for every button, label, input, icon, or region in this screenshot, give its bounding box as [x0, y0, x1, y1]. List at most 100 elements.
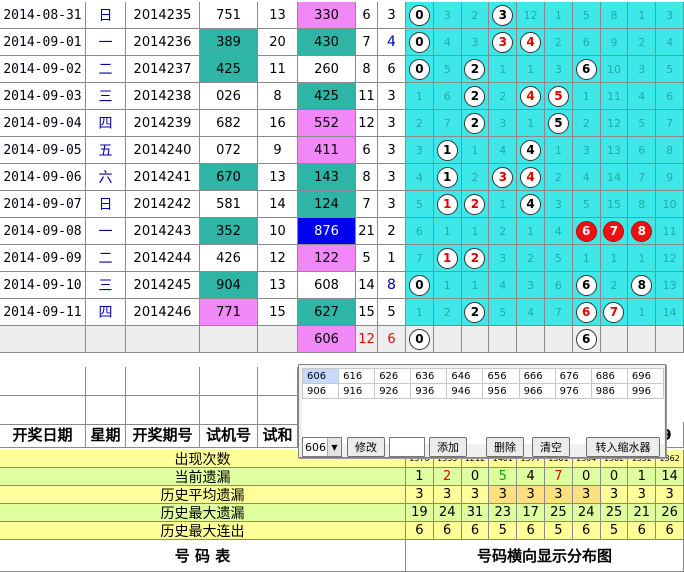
delete-button[interactable]: 删除: [486, 437, 524, 457]
ball-cell: 0: [406, 2, 434, 29]
candidate-number[interactable]: 676: [554, 368, 592, 384]
stat-value: 26: [656, 504, 684, 522]
stat-value: 3: [433, 486, 462, 504]
candidate-number[interactable]: 696: [626, 368, 665, 384]
ball-cell: 5: [545, 245, 573, 272]
row-odd: 3: [378, 164, 406, 191]
candidate-number[interactable]: 936: [410, 383, 448, 399]
ball-marker: 1: [436, 166, 458, 188]
ball-cell: 4: [572, 164, 601, 191]
ball-cell: 4: [517, 83, 545, 110]
ball-cell: 3: [489, 29, 518, 56]
candidate-number[interactable]: 616: [338, 368, 376, 384]
header-weekday: 星期: [86, 422, 126, 448]
ball-cell: 4: [489, 137, 518, 164]
ball-cell: 13: [656, 272, 684, 299]
row-sum: 15: [258, 299, 298, 326]
candidate-number[interactable]: 666: [518, 368, 556, 384]
candidate-number[interactable]: 916: [338, 383, 376, 399]
modify-button[interactable]: 修改: [347, 437, 385, 457]
row-draw: 552: [298, 110, 356, 137]
stat-value: 0: [572, 468, 601, 486]
candidate-number[interactable]: 956: [482, 383, 520, 399]
row-weekday: 三: [86, 83, 126, 110]
candidate-number[interactable]: 966: [518, 383, 556, 399]
candidate-number[interactable]: 606: [301, 368, 340, 384]
ball-cell: 9: [600, 29, 629, 56]
ball-cell: 1: [628, 2, 657, 29]
ball-cell: 3: [406, 137, 434, 164]
ball-cell: 1: [489, 191, 518, 218]
ball-cell: 9: [656, 164, 684, 191]
ball-marker: 6: [575, 301, 597, 323]
chevron-down-icon[interactable]: ▼: [327, 438, 341, 456]
ball-cell: 12: [600, 110, 629, 137]
row-span: 7: [356, 29, 378, 56]
ball-cell: 0: [406, 29, 434, 56]
candidate-number[interactable]: 996: [626, 383, 665, 399]
candidate-number[interactable]: 646: [446, 368, 484, 384]
candidate-number[interactable]: 636: [410, 368, 448, 384]
candidate-number[interactable]: 946: [446, 383, 484, 399]
blank-cell: [86, 367, 126, 396]
number-select[interactable]: 606 ▼: [302, 437, 342, 457]
prediction-span: 12: [356, 326, 378, 353]
row-date: 2014-09-07: [0, 191, 86, 218]
blank-cell: [200, 367, 258, 396]
candidate-number[interactable]: 626: [374, 368, 412, 384]
stat-value: 3: [489, 486, 518, 504]
row-draw: 430: [298, 29, 356, 56]
number-input[interactable]: [389, 437, 425, 457]
row-weekday: 日: [86, 191, 126, 218]
candidate-number[interactable]: 686: [590, 368, 628, 384]
stat-value: 6: [406, 522, 434, 540]
row-span: 15: [356, 299, 378, 326]
ball-cell: 11: [600, 83, 629, 110]
row-draw: 122: [298, 245, 356, 272]
ball-cell: 14: [600, 164, 629, 191]
empty-slot: [483, 414, 519, 429]
row-weekday: 二: [86, 56, 126, 83]
candidate-number[interactable]: 986: [590, 383, 628, 399]
row-span: 8: [356, 56, 378, 83]
candidate-number[interactable]: 656: [482, 368, 520, 384]
ball-cell: 1: [572, 83, 601, 110]
ball-cell: 2: [489, 83, 518, 110]
ball-marker: 7: [603, 220, 625, 242]
candidate-number[interactable]: 906: [301, 383, 340, 399]
blank-cell: [0, 396, 86, 425]
row-sum: 14: [258, 191, 298, 218]
candidate-number[interactable]: 976: [554, 383, 592, 399]
stat-value: 25: [545, 504, 573, 522]
ball-marker: 2: [464, 247, 486, 269]
stat-value: 3: [461, 486, 490, 504]
row-issue: 2014240: [126, 137, 200, 164]
candidate-number[interactable]: 926: [374, 383, 412, 399]
row-date: 2014-09-10: [0, 272, 86, 299]
ball-marker: 0: [408, 4, 430, 26]
ball-marker: 0: [408, 328, 430, 350]
ball-cell: 5: [572, 2, 601, 29]
prediction-empty: [126, 326, 200, 353]
row-sum: 11: [258, 56, 298, 83]
stat-label: 历史平均遗漏: [0, 486, 406, 504]
ball-marker: 2: [464, 58, 486, 80]
transfer-button[interactable]: 转入缩水器: [586, 437, 660, 457]
stat-value: 1: [628, 468, 657, 486]
row-weekday: 五: [86, 137, 126, 164]
ball-cell: 1: [406, 83, 434, 110]
row-weekday: 六: [86, 164, 126, 191]
stat-value: 3: [545, 486, 573, 504]
stat-value: 3: [656, 486, 684, 504]
clear-button[interactable]: 清空: [532, 437, 570, 457]
row-odd: 3: [378, 137, 406, 164]
lottery-trend-table: 2014-08-31 日 2014235 751 13 330 6 3 0 3 2 3 12 1 5 8 1 3 2…: [0, 0, 684, 572]
ball-marker: 5: [547, 112, 569, 134]
ball-cell: 1: [433, 272, 462, 299]
empty-slot: [627, 399, 663, 414]
ball-cell: 7: [406, 245, 434, 272]
add-button[interactable]: 添加: [429, 437, 467, 457]
ball-cell: 6: [572, 218, 601, 245]
empty-slot: [339, 399, 375, 414]
row-sum: 13: [258, 272, 298, 299]
